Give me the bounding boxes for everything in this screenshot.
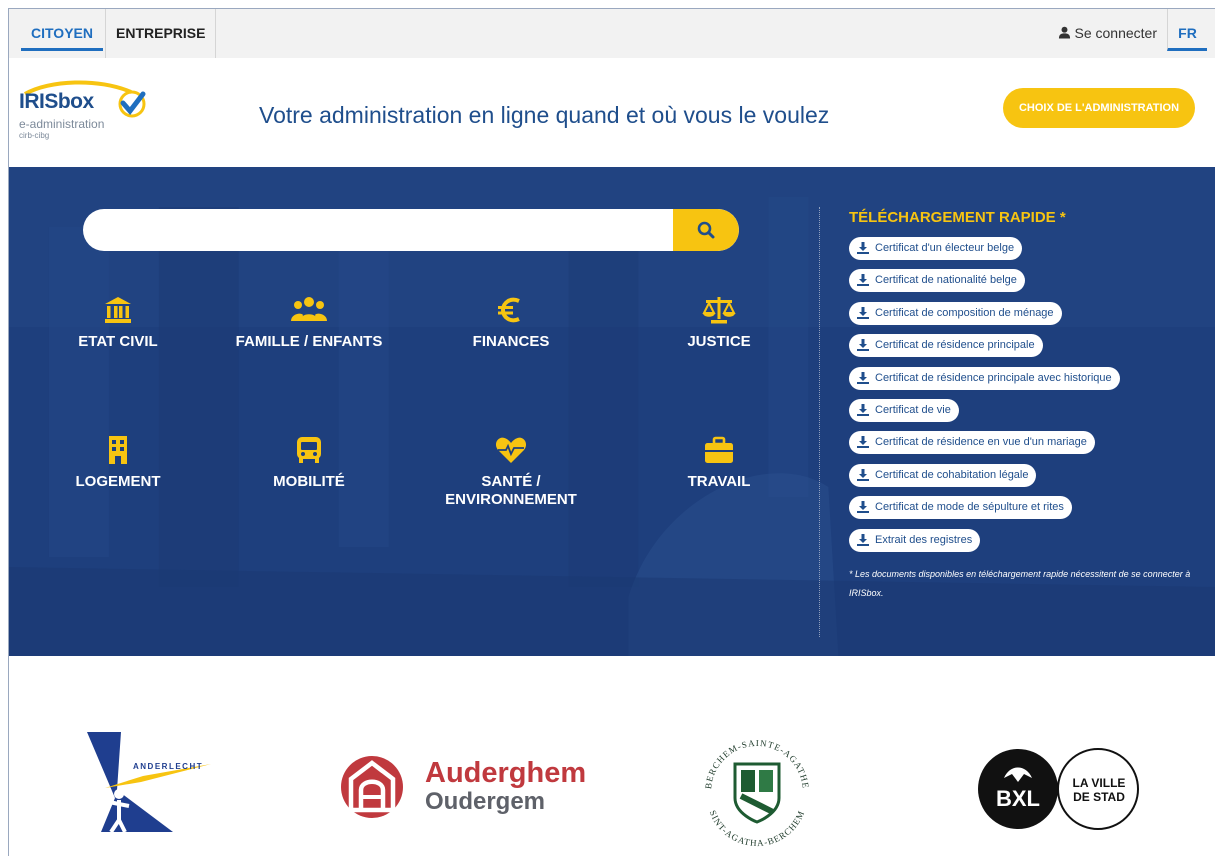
download-icon <box>857 242 869 254</box>
communes-section: ANDERLECHT Auderghem Oudergem BERCHEM-SA… <box>9 656 1215 856</box>
tab-citoyen[interactable]: CITOYEN <box>21 9 103 51</box>
auderghem-emblem-icon <box>341 756 403 818</box>
download-label: Extrait des registres <box>875 533 973 546</box>
search-icon <box>697 221 715 239</box>
logo-name: IRISbox <box>19 90 94 113</box>
download-icon <box>857 403 869 416</box>
choose-administration-button[interactable]: CHOIX DE L'ADMINISTRATION <box>1003 88 1195 128</box>
download-icon <box>857 371 869 384</box>
quick-download-list: Certificat d'un électeur belge Certifica… <box>849 237 1120 561</box>
search-bar <box>83 209 739 251</box>
anderlecht-logo[interactable]: ANDERLECHT <box>81 728 211 838</box>
download-label: Certificat d'un électeur belge <box>875 242 1015 254</box>
download-item[interactable]: Certificat de cohabitation légale <box>849 463 1037 487</box>
category-label: FINANCES <box>472 333 550 350</box>
category-logement[interactable]: LOGEMENT <box>28 435 208 491</box>
download-item[interactable]: Certificat de vie <box>849 398 959 422</box>
top-bar: CITOYEN ENTREPRISE Se connecter FR <box>9 9 1215 58</box>
header: IRISbox e-administration cirb-cibg Votre… <box>9 58 1215 167</box>
building-icon <box>109 436 127 464</box>
bxl-text: BXL <box>996 786 1040 811</box>
download-item[interactable]: Certificat de résidence en vue d'un mari… <box>849 431 1095 455</box>
hero-section: ETAT CIVIL FAMILLE / ENFANTS FINANCES JU… <box>9 167 1215 656</box>
category-label: MOBILITÉ <box>273 473 345 490</box>
category-sante-environnement[interactable]: SANTÉ / ENVIRONNEMENT <box>421 435 601 509</box>
download-icon <box>857 468 869 481</box>
bank-icon <box>105 297 131 323</box>
download-item[interactable]: Certificat de mode de sépulture et rites <box>849 496 1072 520</box>
users-icon <box>291 297 327 321</box>
anderlecht-name: ANDERLECHT <box>133 762 203 771</box>
berchem-sainte-agathe-logo[interactable]: BERCHEM-SAINTE-AGATHE SINT-AGATHA-BERCHE… <box>695 730 819 854</box>
category-finances[interactable]: FINANCES <box>421 295 601 351</box>
la-ville-text: LA VILLE <box>1073 776 1126 790</box>
login-link[interactable]: Se connecter <box>1058 9 1158 58</box>
bxl-emblem-icon: BXL LA VILLE DE STAD <box>978 748 1139 830</box>
category-label: JUSTICE <box>687 333 751 350</box>
download-item[interactable]: Certificat de composition de ménage <box>849 301 1062 325</box>
download-icon <box>857 436 869 449</box>
quick-download-title: TÉLÉCHARGEMENT RAPIDE * <box>849 209 1066 226</box>
bus-icon <box>297 437 321 463</box>
search-input[interactable] <box>83 209 673 251</box>
download-item[interactable]: Certificat de résidence principale <box>849 334 1043 358</box>
category-label: TRAVAIL <box>687 473 751 490</box>
briefcase-icon <box>705 436 733 463</box>
berchem-emblem-icon: BERCHEM-SAINTE-AGATHE SINT-AGATHA-BERCHE… <box>703 738 810 848</box>
vertical-divider <box>819 207 820 637</box>
auderghem-logo[interactable]: Auderghem Oudergem <box>339 752 586 824</box>
logo-org: cirb-cibg <box>19 131 50 140</box>
download-label: Certificat de résidence principale avec … <box>875 371 1112 384</box>
bruxelles-ville-logo[interactable]: BXL LA VILLE DE STAD <box>977 748 1147 830</box>
irisbox-logo[interactable]: IRISbox e-administration cirb-cibg <box>19 80 159 150</box>
category-label: LOGEMENT <box>75 473 161 490</box>
download-label: Certificat de cohabitation légale <box>875 468 1029 481</box>
download-label: Certificat de vie <box>875 403 951 416</box>
download-item[interactable]: Certificat d'un électeur belge <box>849 237 1023 260</box>
download-item[interactable]: Extrait des registres <box>849 528 981 552</box>
category-label: ETAT CIVIL <box>78 333 158 350</box>
tab-entreprise[interactable]: ENTREPRISE <box>105 9 217 58</box>
download-label: Certificat de résidence principale <box>875 339 1035 352</box>
search-button[interactable] <box>673 209 739 251</box>
category-mobilite[interactable]: MOBILITÉ <box>219 435 399 491</box>
tagline: Votre administration en ligne quand et o… <box>259 102 830 128</box>
user-icon <box>1058 26 1070 39</box>
auderghem-name: Auderghem <box>425 757 587 789</box>
category-label: SANTÉ / ENVIRONNEMENT <box>445 473 577 508</box>
category-etat-civil[interactable]: ETAT CIVIL <box>28 295 208 351</box>
category-famille-enfants[interactable]: FAMILLE / ENFANTS <box>219 295 399 351</box>
download-icon <box>857 339 869 352</box>
heartbeat-icon <box>495 437 527 463</box>
download-icon <box>857 533 869 546</box>
category-travail[interactable]: TRAVAIL <box>629 435 809 491</box>
quick-download-note: * Les documents disponibles en télécharg… <box>849 569 1191 598</box>
category-justice[interactable]: JUSTICE <box>629 295 809 351</box>
download-item[interactable]: Certificat de résidence principale avec … <box>849 366 1120 390</box>
download-label: Certificat de mode de sépulture et rites <box>875 501 1064 514</box>
download-label: Certificat de composition de ménage <box>875 306 1054 319</box>
download-label: Certificat de résidence en vue d'un mari… <box>875 436 1087 449</box>
de-stad-text: DE STAD <box>1073 790 1125 804</box>
logo-subtitle: e-administration <box>19 117 105 131</box>
download-icon <box>857 501 869 514</box>
language-selector[interactable]: FR <box>1167 9 1207 51</box>
scale-icon <box>702 297 736 324</box>
euro-icon <box>498 297 520 323</box>
download-item[interactable]: Certificat de nationalité belge <box>849 269 1025 293</box>
oudergem-name: Oudergem <box>425 788 546 815</box>
download-label: Certificat de nationalité belge <box>875 274 1017 287</box>
anderlecht-emblem-icon: ANDERLECHT <box>87 732 211 834</box>
login-label: Se connecter <box>1074 25 1158 41</box>
download-icon <box>857 274 869 287</box>
page-frame: CITOYEN ENTREPRISE Se connecter FR IRISb… <box>8 8 1215 856</box>
download-icon <box>857 306 869 319</box>
category-label: FAMILLE / ENFANTS <box>235 333 383 350</box>
